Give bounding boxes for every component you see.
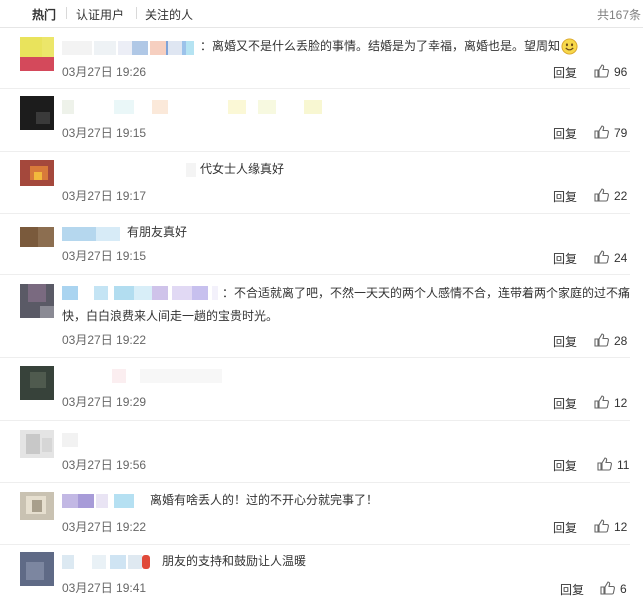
- comment-text: 代女士人缘真好: [200, 162, 285, 176]
- thumbs-up-icon: [594, 250, 609, 264]
- thumbs-up-icon: [600, 581, 615, 595]
- username-link[interactable]: [132, 41, 194, 55]
- comment-item: 03月27日 19:15 回复 79: [0, 89, 630, 152]
- comment-time: 03月27日 19:22: [62, 333, 147, 347]
- thumbs-up-icon: [594, 519, 609, 533]
- thumbs-up-icon: [594, 333, 609, 347]
- avatar[interactable]: [20, 37, 54, 71]
- like-count: 12: [614, 520, 628, 534]
- tab-hot[interactable]: 热门: [32, 6, 56, 23]
- thumbs-up-icon: [594, 395, 609, 409]
- comment-item: ：不合适就离了吧，不然一天天的两个人感情不合，连带着两个家庭的过不痛 快，白白浪费…: [0, 275, 630, 358]
- comment-item: 离婚有啥丢人的！过的不开心分就完事了！ 03月27日 19:22 回复 12: [0, 483, 630, 545]
- username-link[interactable]: [62, 494, 134, 508]
- comment-time: 03月27日 19:22: [62, 520, 147, 534]
- comment-count: 共167条: [596, 8, 641, 22]
- username-link[interactable]: [62, 555, 150, 569]
- tab-divider: [66, 7, 67, 19]
- username-link[interactable]: [62, 227, 120, 241]
- comment-time: 03月27日 19:15: [62, 249, 147, 263]
- tab-verified-users[interactable]: 认证用户: [76, 6, 124, 23]
- avatar[interactable]: [20, 552, 54, 586]
- thumbs-up-icon: [594, 64, 609, 78]
- avatar[interactable]: [20, 96, 54, 130]
- comment-time: 03月27日 19:15: [62, 126, 147, 140]
- comment-item: 有朋友真好 03月27日 19:15 回复 24: [0, 214, 630, 275]
- username-link[interactable]: [62, 163, 196, 177]
- avatar[interactable]: [20, 492, 54, 520]
- comment-time: 03月27日 19:17: [62, 189, 147, 203]
- like-count: 24: [614, 251, 628, 265]
- comment-item: 03月27日 19:29 回复 12: [0, 358, 630, 421]
- comment-item: 代女士人缘真好 03月27日 19:17 回复 22: [0, 152, 630, 214]
- thumbs-up-icon: [594, 125, 609, 139]
- username-link[interactable]: [62, 433, 122, 447]
- comment-text: 朋友的支持和鼓励让人温暖: [162, 554, 307, 568]
- reply-button[interactable]: 回复: [553, 457, 577, 474]
- comment-text: 离婚有啥丢人的！过的不开心分就完事了！: [150, 493, 379, 507]
- avatar[interactable]: [20, 430, 54, 458]
- like-count: 11: [617, 458, 630, 472]
- reply-button[interactable]: 回复: [553, 125, 577, 142]
- avatar[interactable]: [20, 284, 54, 318]
- thumbs-up-icon: [597, 457, 612, 471]
- like-count: 96: [614, 65, 628, 79]
- reply-button[interactable]: 回复: [553, 64, 577, 81]
- comment-time: 03月27日 19:56: [62, 458, 147, 472]
- comment-time: 03月27日 19:41: [62, 581, 147, 595]
- like-count: 79: [614, 126, 628, 140]
- username-link[interactable]: [62, 100, 322, 114]
- tab-following[interactable]: 关注的人: [145, 6, 193, 23]
- thumbs-up-icon: [594, 188, 609, 202]
- username-link[interactable]: [62, 369, 222, 383]
- comment-item: ：离婚又不是什么丢脸的事情。结婚是为了幸福，离婚也是。望周知 03月27日 19…: [0, 28, 630, 89]
- avatar[interactable]: [20, 227, 54, 247]
- reply-button[interactable]: 回复: [560, 581, 584, 598]
- comment-filter-tabs: 热门 认证用户 关注的人 共167条: [0, 0, 643, 28]
- like-count: 12: [614, 396, 628, 410]
- comment-time: 03月27日 19:26: [62, 65, 147, 79]
- comment-text: ：离婚又不是什么丢脸的事情。结婚是为了幸福，离婚也是。望周知: [200, 35, 578, 58]
- reply-button[interactable]: 回复: [553, 333, 577, 350]
- comment-item: 03月27日 19:56 回复 11: [0, 421, 630, 483]
- avatar[interactable]: [20, 160, 54, 186]
- reply-button[interactable]: 回复: [553, 519, 577, 536]
- avatar[interactable]: [20, 366, 54, 400]
- comment-text: 有朋友真好: [127, 225, 188, 239]
- like-count: 28: [614, 334, 628, 348]
- tab-divider: [136, 7, 137, 19]
- reply-button[interactable]: 回复: [553, 250, 577, 267]
- reply-button[interactable]: 回复: [553, 395, 577, 412]
- smiley-icon: [561, 38, 578, 55]
- like-count: 6: [620, 582, 627, 596]
- comment-text: ：不合适就离了吧，不然一天天的两个人感情不合，连带着两个家庭的过不痛 快，白白浪费…: [62, 286, 631, 323]
- comment-item: 朋友的支持和鼓励让人温暖 03月27日 19:41 回复 6: [0, 545, 630, 597]
- reply-button[interactable]: 回复: [553, 188, 577, 205]
- comment-time: 03月27日 19:29: [62, 395, 147, 409]
- like-count: 22: [614, 189, 628, 203]
